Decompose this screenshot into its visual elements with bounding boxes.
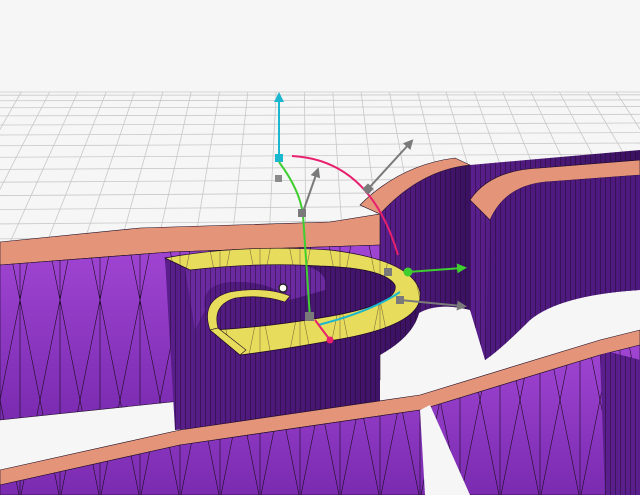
pivot-top-handle[interactable] — [298, 209, 306, 217]
move-z-handle[interactable] — [326, 336, 334, 344]
origin-marker-icon — [278, 283, 288, 293]
viewport-scene — [0, 0, 640, 495]
3d-viewport[interactable] — [0, 0, 640, 495]
scale-y-handle[interactable] — [275, 175, 282, 182]
move-handle-right[interactable] — [384, 268, 392, 276]
move-x-handle[interactable] — [403, 267, 413, 277]
scale-x-handle[interactable] — [396, 296, 404, 304]
pivot-point-icon[interactable] — [305, 312, 314, 321]
move-y-handle[interactable] — [275, 154, 283, 162]
